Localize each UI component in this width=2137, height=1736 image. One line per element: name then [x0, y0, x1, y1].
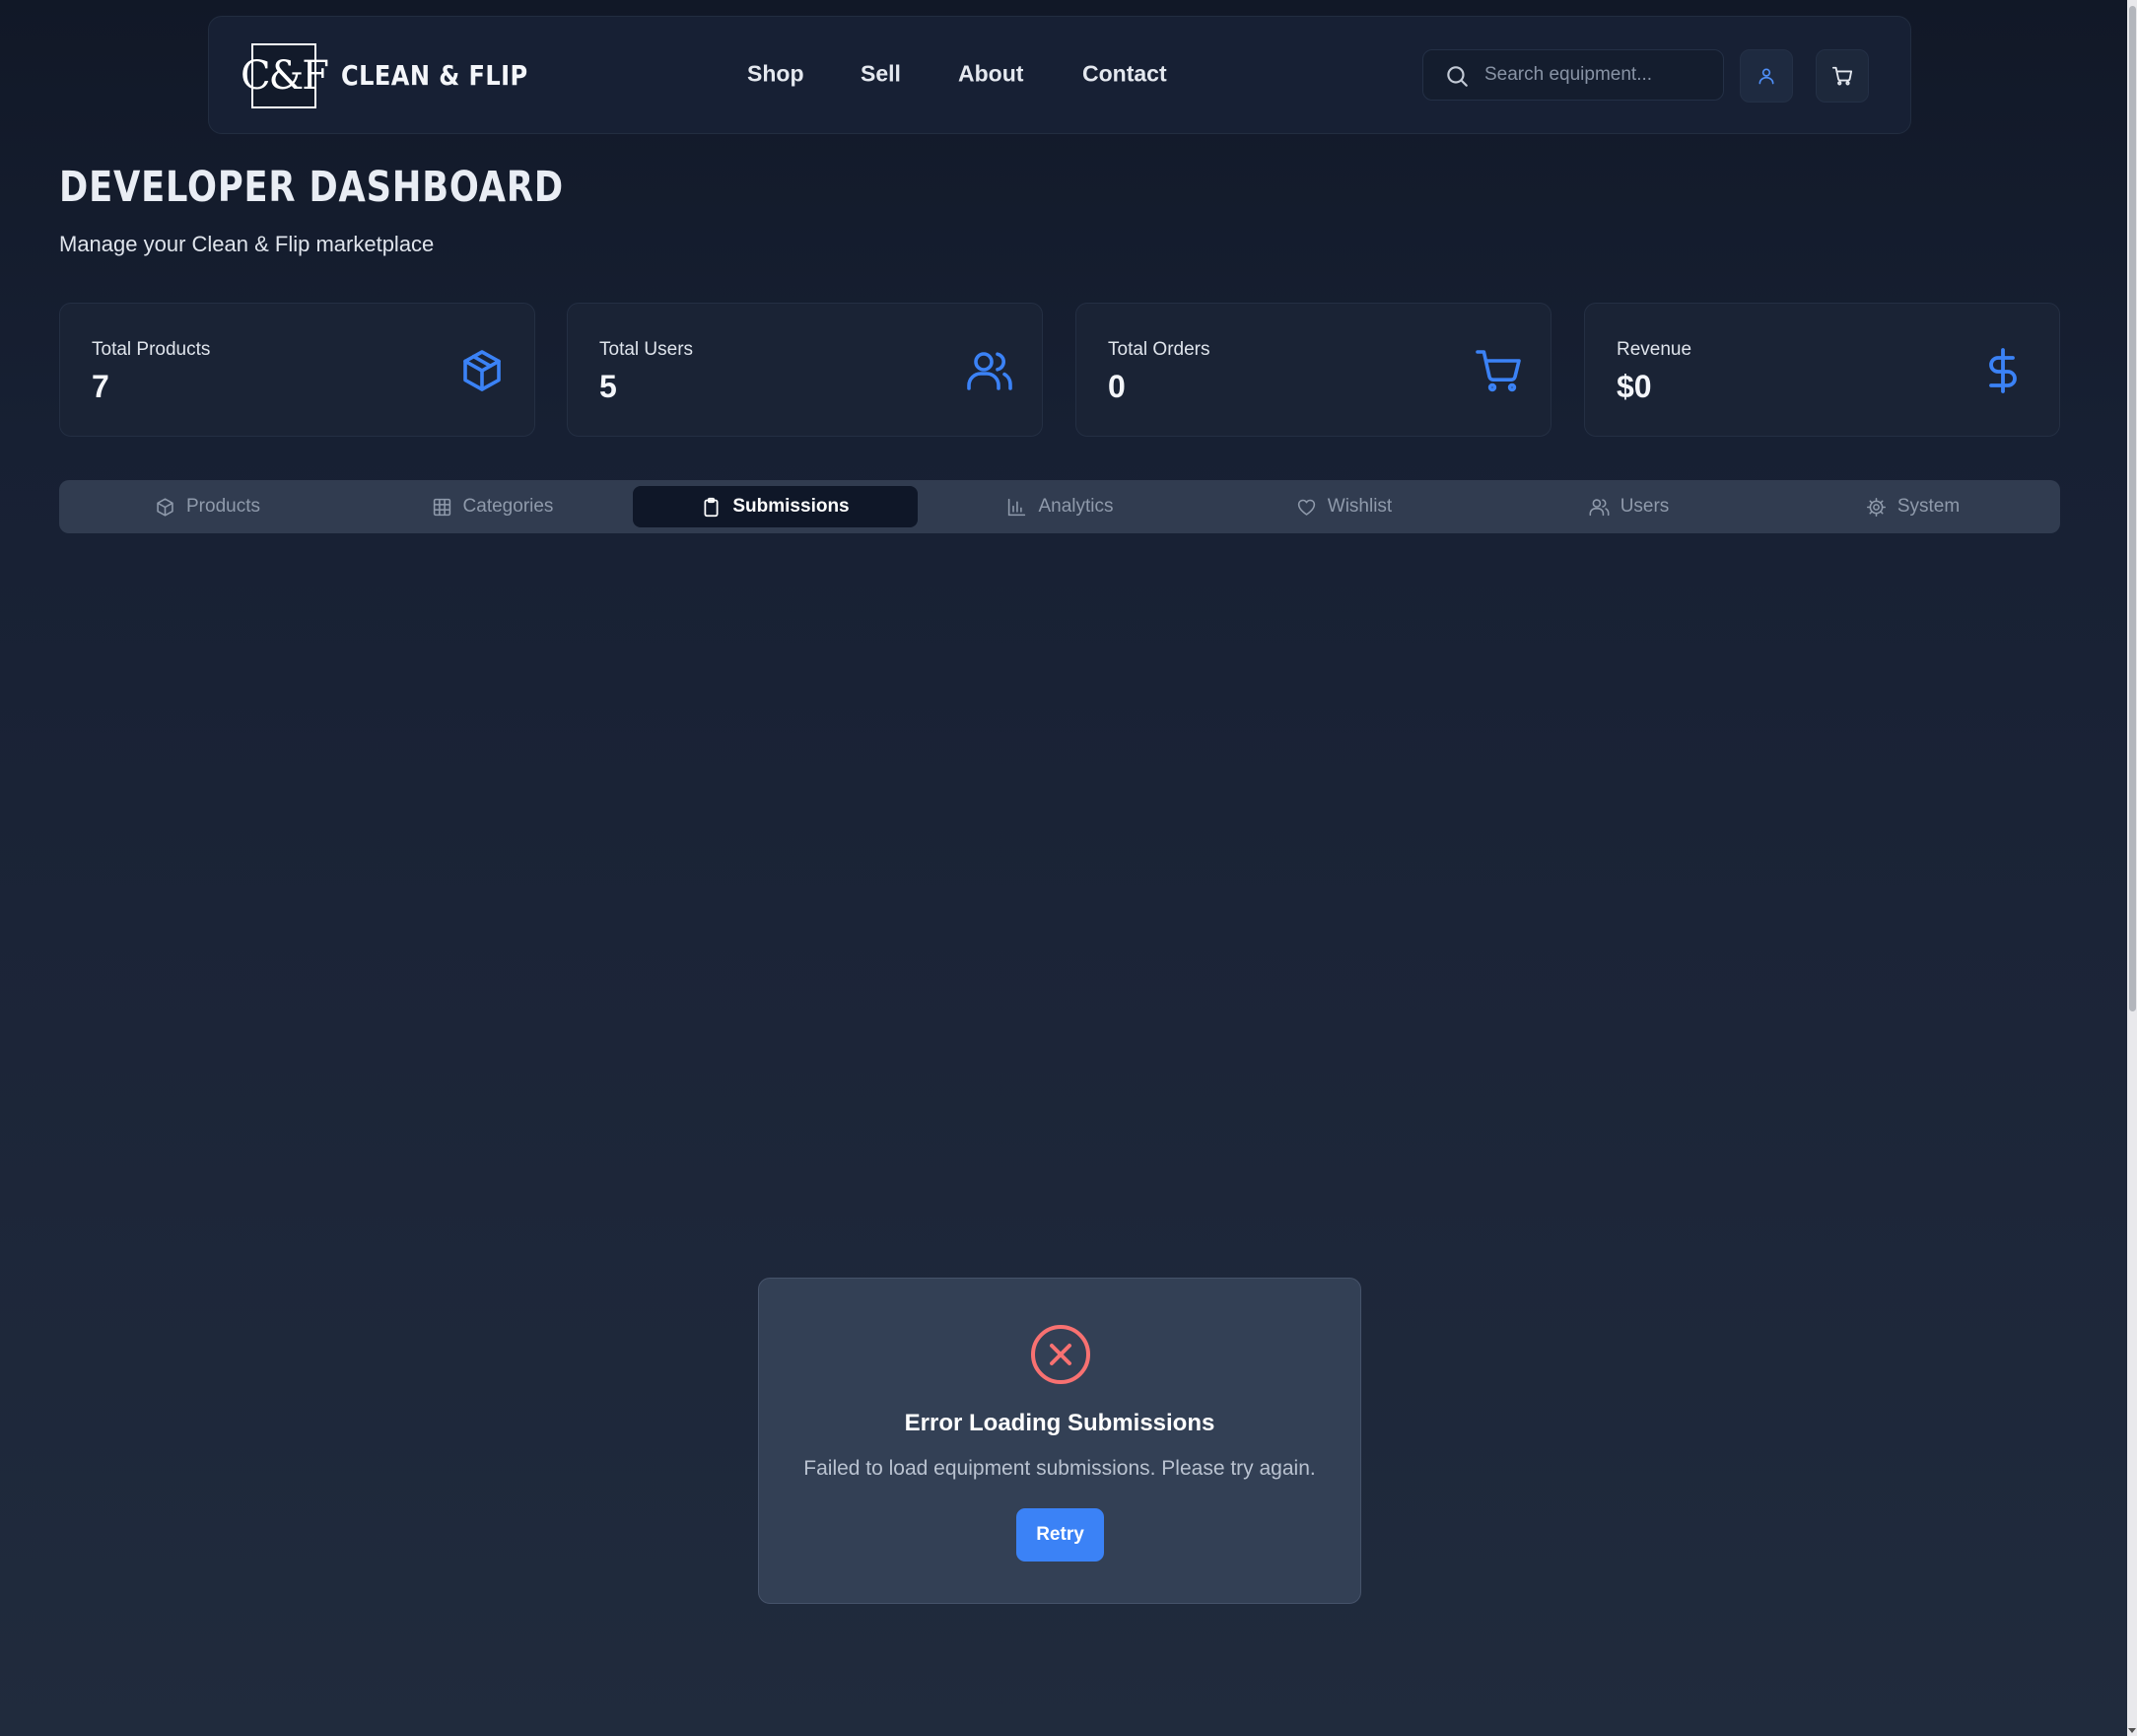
- tab-wishlist[interactable]: Wishlist: [1202, 486, 1486, 527]
- error-title: Error Loading Submissions: [904, 1410, 1215, 1436]
- error-card: Error Loading Submissions Failed to load…: [758, 1278, 1361, 1604]
- tab-system[interactable]: System: [1770, 486, 2055, 527]
- users-icon: [1589, 498, 1610, 516]
- logo[interactable]: C&F: [241, 43, 329, 108]
- stat-value: 5: [599, 369, 617, 404]
- tab-label: Users: [1620, 496, 1670, 517]
- x-circle-icon: [1031, 1325, 1090, 1384]
- nav-contact[interactable]: Contact: [1082, 61, 1167, 88]
- brand-name[interactable]: CLEAN & FLIP: [341, 56, 528, 96]
- stat-label: Total Products: [92, 339, 211, 360]
- tab-categories[interactable]: Categories: [350, 486, 635, 527]
- cart-icon: [1831, 66, 1853, 86]
- user-icon: [1758, 68, 1774, 85]
- search-input[interactable]: [1484, 50, 1711, 100]
- bar-chart-icon: [1008, 498, 1026, 516]
- account-button[interactable]: [1740, 49, 1793, 103]
- scroll-down-icon[interactable]: [2128, 1726, 2136, 1734]
- nav-about[interactable]: About: [958, 61, 1023, 88]
- stat-card-products: Total Products 7: [59, 303, 535, 437]
- cart-button[interactable]: [1816, 49, 1869, 103]
- tab-label: Wishlist: [1327, 496, 1393, 517]
- box-icon: [463, 350, 501, 391]
- heart-icon: [1297, 499, 1315, 516]
- tab-label: Categories: [462, 496, 554, 517]
- scrollbar-thumb[interactable]: [2129, 6, 2136, 1011]
- tab-label: Products: [186, 496, 260, 517]
- retry-button[interactable]: Retry: [1016, 1508, 1104, 1562]
- grid-icon: [433, 498, 450, 516]
- clipboard-icon: [704, 497, 719, 517]
- tab-users[interactable]: Users: [1486, 486, 1771, 527]
- page-title: DEVELOPER DASHBOARD: [59, 163, 564, 212]
- error-message: Failed to load equipment submissions. Pl…: [803, 1457, 1316, 1480]
- stat-label: Revenue: [1617, 339, 1692, 360]
- search-box[interactable]: [1422, 49, 1724, 101]
- stat-card-revenue: Revenue $0: [1584, 303, 2060, 437]
- dollar-icon: [1989, 348, 2017, 393]
- stat-value: 7: [92, 369, 109, 404]
- gear-icon: [1866, 497, 1886, 517]
- tab-products[interactable]: Products: [65, 486, 350, 527]
- stat-label: Total Orders: [1108, 339, 1210, 360]
- stat-value: 0: [1108, 369, 1126, 404]
- stat-value: $0: [1617, 369, 1652, 404]
- cart-icon: [1476, 350, 1521, 392]
- logo-text: C&F: [241, 53, 329, 99]
- tab-label: Submissions: [732, 496, 850, 517]
- tab-label: System: [1896, 496, 1961, 517]
- users-icon: [967, 352, 1012, 390]
- search-icon: [1447, 66, 1468, 87]
- page-subtitle: Manage your Clean & Flip marketplace: [59, 232, 435, 256]
- stat-card-users: Total Users 5: [567, 303, 1043, 437]
- nav-sell[interactable]: Sell: [861, 61, 901, 88]
- stat-card-orders: Total Orders 0: [1075, 303, 1551, 437]
- tab-label: Analytics: [1038, 496, 1114, 517]
- nav-shop[interactable]: Shop: [747, 61, 804, 88]
- tab-analytics[interactable]: Analytics: [918, 486, 1203, 527]
- dashboard-tabs: Products Categories Submissions Analytic…: [59, 480, 2060, 533]
- site-header: C&F CLEAN & FLIP Shop Sell About Contact: [208, 16, 1911, 134]
- box-icon: [157, 497, 173, 517]
- tab-submissions[interactable]: Submissions: [633, 486, 918, 527]
- stat-label: Total Users: [599, 339, 694, 360]
